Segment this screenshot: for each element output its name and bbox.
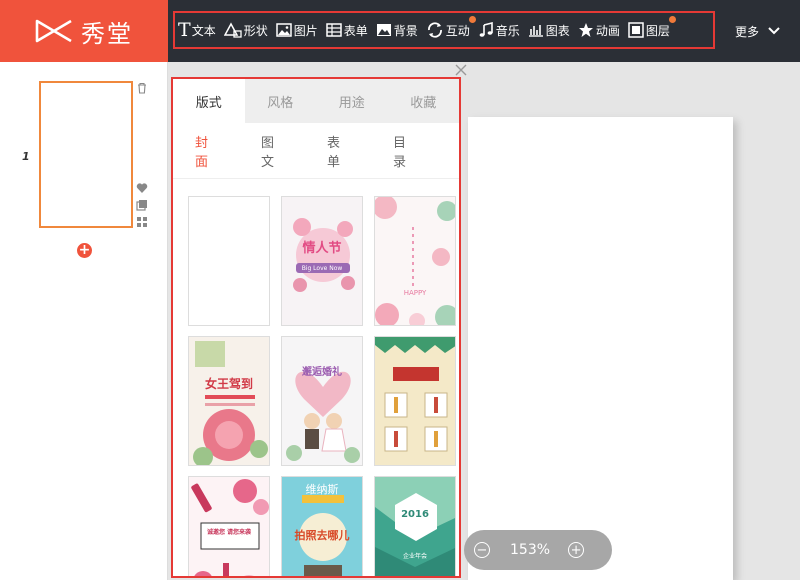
tool-label: 图层: [645, 23, 670, 38]
panel-subtabs: 封面 图文 表单 目录: [173, 123, 459, 179]
template-panel: 版式 风格 用途 收藏 封面 图文 表单 目录 情人节 Big Love Now…: [171, 77, 461, 578]
valentine-artwork: [293, 218, 355, 292]
tool-label: 形状: [243, 23, 268, 38]
template-subtitle: Big Love Now: [301, 265, 343, 272]
tool-label: 图表: [545, 23, 570, 38]
more-label: 更多: [735, 24, 760, 39]
form-icon: [325, 23, 342, 37]
chevron-down-icon: [768, 27, 780, 35]
music-icon: [479, 22, 493, 37]
add-page-button[interactable]: +: [77, 243, 92, 258]
template-card-lipstick[interactable]: 诚邀您 请您来袭: [188, 476, 270, 576]
page-thumbnail[interactable]: [39, 81, 133, 228]
tool-form[interactable]: 表单: [325, 22, 368, 39]
background-icon: [376, 24, 391, 36]
more-menu-button[interactable]: 更多: [735, 0, 780, 62]
brand-mark-icon: [35, 19, 72, 43]
zoom-out-button[interactable]: −: [474, 542, 490, 558]
heart-icon[interactable]: [136, 182, 148, 194]
queen-artwork: [193, 341, 268, 465]
tool-label: 表单: [343, 23, 368, 38]
interaction-badge: [468, 15, 476, 23]
shape-icon: [223, 22, 242, 38]
template-subtitle: 拍照去哪儿: [294, 529, 350, 542]
tool-background[interactable]: 背景: [376, 22, 418, 39]
layer-icon: [628, 22, 644, 38]
tool-label: 互动: [445, 23, 470, 38]
tab-layout[interactable]: 版式: [173, 79, 245, 123]
close-icon[interactable]: [454, 63, 468, 77]
template-title: 2016: [401, 509, 429, 520]
floral-artwork: [375, 197, 455, 325]
toolbar: T 文本 形状 图片 表单 背景 互动 音乐 图表 动画 图层: [173, 11, 715, 49]
editing-stage[interactable]: [468, 117, 733, 580]
text-icon: T: [178, 18, 191, 41]
layer-badge: [668, 15, 676, 23]
template-card-annual[interactable]: 2016 企业年会: [374, 476, 456, 576]
tool-label: 文本: [191, 23, 216, 38]
tool-interaction[interactable]: 互动: [426, 15, 476, 39]
template-card-photo[interactable]: 维纳斯 拍照去哪儿: [281, 476, 363, 576]
tool-music[interactable]: 音乐: [478, 22, 520, 39]
tool-text[interactable]: T 文本: [178, 18, 216, 41]
vintage-shop-artwork: [375, 337, 455, 452]
tool-image[interactable]: 图片: [275, 22, 318, 39]
trash-icon[interactable]: [136, 82, 148, 94]
template-title: 维纳斯: [305, 483, 339, 496]
wedding-artwork: [286, 371, 360, 463]
subtab-image-text[interactable]: 图文: [261, 132, 284, 170]
pages-sidebar: 1 +: [0, 62, 168, 580]
chart-icon: [528, 25, 543, 37]
page-number: 1: [22, 150, 30, 163]
template-title: 邂逅婚礼: [302, 367, 342, 378]
tool-label: 动画: [595, 23, 620, 38]
tab-usage[interactable]: 用途: [316, 79, 388, 123]
template-title: 诚邀您 请您来袭: [206, 529, 252, 536]
tool-label: 背景: [393, 23, 418, 38]
template-card-queen[interactable]: 女王驾到: [188, 336, 270, 466]
template-card-wedding[interactable]: 邂逅婚礼: [281, 336, 363, 466]
zoom-control: − 153% +: [464, 530, 612, 570]
template-title: 情人节: [302, 241, 342, 256]
tool-chart[interactable]: 图表: [528, 22, 570, 39]
tool-label: 图片: [293, 23, 318, 38]
template-subtitle: 企业年会: [402, 553, 427, 560]
template-title: HAPPY: [403, 289, 427, 297]
subtab-cover[interactable]: 封面: [195, 132, 218, 170]
tab-style[interactable]: 风格: [245, 79, 317, 123]
zoom-in-button[interactable]: +: [568, 542, 585, 558]
template-card-blank[interactable]: [188, 196, 270, 326]
interaction-icon: [427, 22, 442, 38]
zoom-value: 153%: [510, 542, 551, 558]
tab-favorites[interactable]: 收藏: [388, 79, 460, 123]
drag-handle-icon[interactable]: [136, 216, 148, 228]
tool-layer[interactable]: 图层: [628, 15, 676, 39]
tool-shape[interactable]: 形状: [223, 22, 268, 39]
template-title: 女王驾到: [204, 377, 253, 391]
subtab-contents[interactable]: 目录: [393, 132, 416, 170]
animation-star-icon: [578, 23, 593, 37]
tool-animation[interactable]: 动画: [578, 22, 620, 39]
template-card-vintage-shop[interactable]: [374, 336, 456, 466]
geometric-artwork: [375, 477, 455, 576]
top-bar: 秀堂 T 文本 形状 图片 表单 背景 互动 音乐 图表 动画 图层 更多: [0, 0, 800, 62]
app-root: 秀堂 T 文本 形状 图片 表单 背景 互动 音乐 图表 动画 图层 更多 1 …: [0, 0, 800, 580]
subtab-form[interactable]: 表单: [327, 132, 350, 170]
brand-logo[interactable]: 秀堂: [0, 0, 168, 62]
image-icon: [275, 23, 292, 37]
panel-tabs: 版式 风格 用途 收藏: [173, 79, 459, 123]
template-card-happy[interactable]: HAPPY: [374, 196, 456, 326]
copy-icon[interactable]: [136, 199, 148, 211]
brand-name: 秀堂: [81, 19, 133, 48]
template-card-valentine[interactable]: 情人节 Big Love Now: [281, 196, 363, 326]
tool-label: 音乐: [495, 23, 520, 38]
